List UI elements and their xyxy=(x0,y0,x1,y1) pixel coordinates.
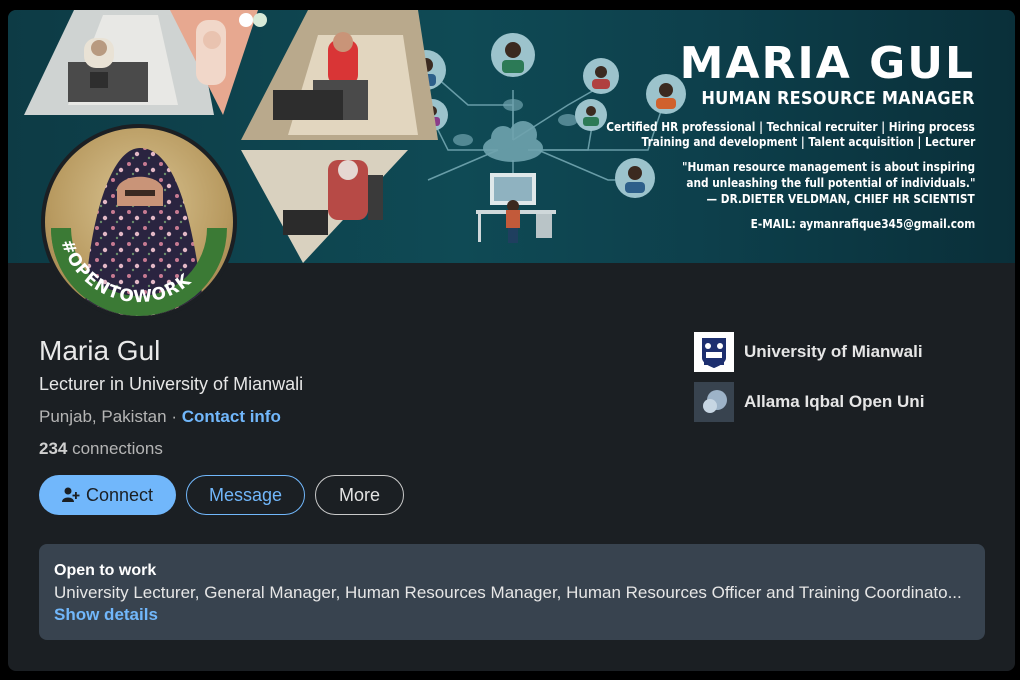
university-logo-icon xyxy=(694,332,734,372)
connect-label: Connect xyxy=(85,484,154,505)
banner-quote-author: — DR.DIETER VELDMAN, CHIEF HR SCIENTIST xyxy=(706,192,975,206)
connections-number: 234 xyxy=(39,439,68,458)
education-item-mianwali[interactable]: University of Mianwali xyxy=(694,332,923,372)
banner-skills-line-2: Training and development | Talent acquis… xyxy=(641,135,975,149)
profile-avatar[interactable]: #OPENTOWORK xyxy=(41,124,237,320)
profile-name: Maria Gul xyxy=(39,335,161,366)
open-to-work-card[interactable]: Open to work University Lecturer, Genera… xyxy=(39,544,985,640)
avatar-illustration: #OPENTOWORK xyxy=(50,148,227,316)
open-to-work-title: Open to work xyxy=(54,562,157,579)
profile-card: MARIA GUL HUMAN RESOURCE MANAGER Certifi… xyxy=(8,10,1015,671)
education-name: Allama Iqbal Open Uni xyxy=(744,392,925,411)
education-name: University of Mianwali xyxy=(744,342,923,361)
school-placeholder-icon xyxy=(694,382,734,422)
separator-dot: · xyxy=(166,407,182,426)
more-button[interactable]: More xyxy=(315,475,404,515)
connections-label: connections xyxy=(67,439,163,458)
more-label: More xyxy=(338,484,380,505)
contact-info-link[interactable]: Contact info xyxy=(182,407,281,426)
open-to-work-roles: University Lecturer, General Manager, Hu… xyxy=(54,583,962,602)
avatar-photo: #OPENTOWORK xyxy=(45,128,233,316)
profile-headline: Lecturer in University of Mianwali xyxy=(39,374,304,394)
banner-quote-line-1: "Human resource management is about insp… xyxy=(681,160,975,174)
message-label: Message xyxy=(208,484,283,505)
message-button[interactable]: Message xyxy=(186,475,305,515)
banner-subtitle: HUMAN RESOURCE MANAGER xyxy=(701,88,975,109)
location-row: Punjab, Pakistan · Contact info xyxy=(39,407,281,427)
banner-email: E-MAIL: aymanrafique345@gmail.com xyxy=(750,217,975,231)
banner-title: MARIA GUL xyxy=(679,38,975,89)
banner-skills-line-1: Certified HR professional | Technical re… xyxy=(606,120,975,134)
education-item-aiou[interactable]: Allama Iqbal Open Uni xyxy=(694,382,924,422)
profile-location: Punjab, Pakistan xyxy=(39,407,167,426)
connect-button[interactable]: Connect xyxy=(39,475,176,515)
connections-count[interactable]: 234 connections xyxy=(39,439,163,459)
banner-quote-line-2: and unleashing the full potential of ind… xyxy=(685,176,975,190)
add-person-icon xyxy=(61,487,80,502)
show-details-link[interactable]: Show details xyxy=(54,605,970,625)
